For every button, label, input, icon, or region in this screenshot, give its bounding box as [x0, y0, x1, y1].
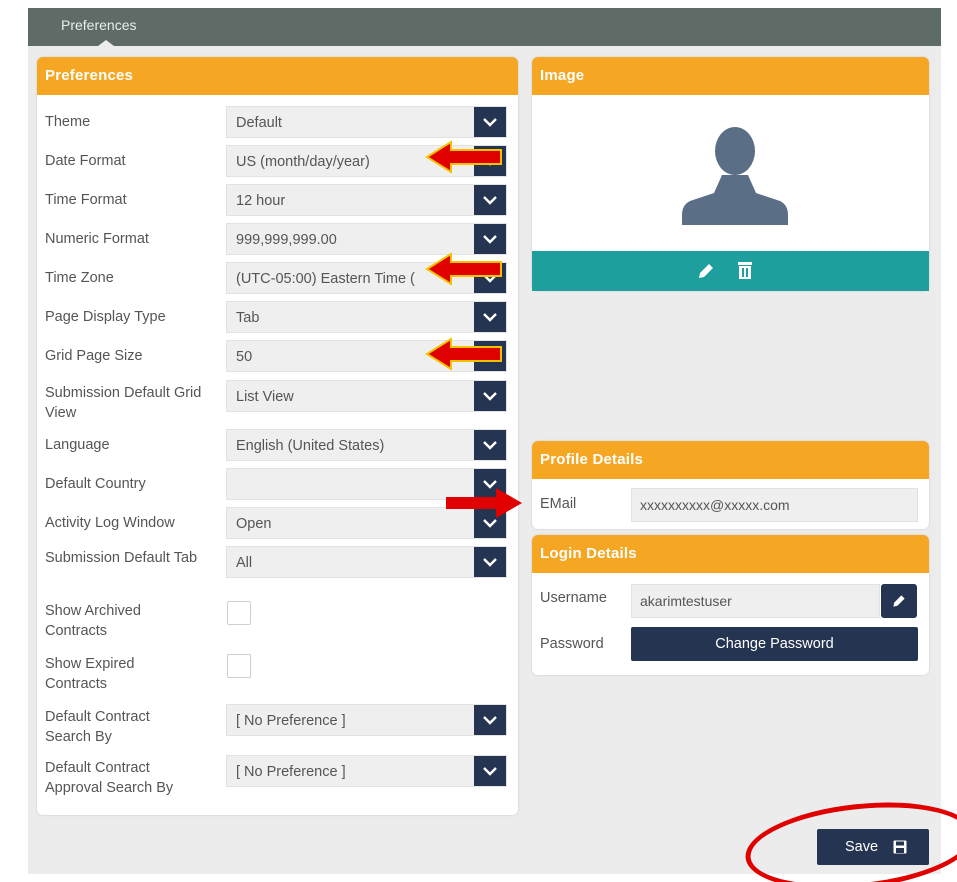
submission-default-grid-view-select[interactable]: List View — [226, 380, 507, 412]
time-format-select[interactable]: 12 hour — [226, 184, 507, 216]
field-label: Submission Default Grid View — [45, 385, 202, 421]
language-select[interactable]: English (United States) — [226, 429, 507, 461]
chevron-down-icon[interactable] — [474, 381, 506, 411]
annotation-arrow-email — [446, 488, 522, 518]
chevron-down-icon[interactable] — [474, 302, 506, 332]
email-label: EMail — [540, 496, 577, 512]
theme-select[interactable]: Default — [226, 106, 507, 138]
image-area — [532, 95, 929, 251]
select-value: All — [236, 555, 253, 571]
edit-username-button[interactable] — [881, 584, 917, 618]
numeric-format-select[interactable]: 999,999,999.00 — [226, 223, 507, 255]
top-bar: Preferences — [28, 8, 941, 46]
preferences-header: Preferences — [37, 57, 518, 95]
chevron-down-icon[interactable] — [474, 224, 506, 254]
select-value: 12 hour — [236, 193, 286, 209]
field-label: Time Zone — [45, 270, 114, 286]
change-password-button[interactable]: Change Password — [631, 627, 918, 661]
chevron-down-icon[interactable] — [474, 705, 506, 735]
select-value: Tab — [236, 310, 260, 326]
user-silhouette-icon — [682, 127, 788, 225]
login-details-header: Login Details — [532, 535, 929, 573]
chevron-down-icon[interactable] — [474, 107, 506, 137]
pencil-icon — [893, 595, 905, 607]
field-label: Time Format — [45, 192, 127, 208]
select-value: English (United States) — [236, 438, 385, 454]
field-label: Default Contract Search By — [45, 709, 150, 745]
field-label: Show Archived Contracts — [45, 603, 141, 639]
field-label: Numeric Format — [45, 231, 149, 247]
username-field[interactable]: akarimtestuser — [631, 584, 880, 618]
password-label: Password — [540, 636, 604, 652]
select-value: Open — [236, 516, 272, 532]
select-value: 999,999,999.00 — [236, 232, 337, 248]
pencil-icon[interactable] — [696, 261, 716, 281]
image-header: Image — [532, 57, 929, 95]
show-archived-contracts-checkbox[interactable] — [227, 601, 251, 625]
tab-preferences[interactable]: Preferences — [34, 10, 166, 46]
app-frame: Preferences Preferences Theme Default Da… — [28, 8, 941, 874]
chevron-down-icon[interactable] — [474, 430, 506, 460]
trash-icon[interactable] — [737, 260, 753, 280]
image-panel: Image — [532, 57, 929, 291]
chevron-down-icon[interactable] — [474, 756, 506, 786]
field-label: Show Expired Contracts — [45, 656, 135, 692]
username-label: Username — [540, 590, 607, 606]
field-label: Activity Log Window — [45, 515, 175, 531]
annotation-arrow-time-zone — [425, 252, 502, 286]
field-label: Default Contract Approval Search By — [45, 760, 174, 796]
chevron-down-icon[interactable] — [474, 185, 506, 215]
select-value: 50 — [236, 349, 253, 365]
select-value: List View — [236, 389, 294, 405]
login-details-panel: Login Details Username akarimtestuser Pa… — [532, 535, 929, 675]
select-value: [ No Preference ] — [236, 713, 346, 729]
profile-details-header: Profile Details — [532, 441, 929, 479]
show-expired-contracts-checkbox[interactable] — [227, 654, 251, 678]
field-label: Language — [45, 437, 110, 453]
select-value: (UTC-05:00) Eastern Time ( — [236, 271, 415, 287]
submission-default-tab-select[interactable]: All — [226, 546, 507, 578]
annotation-arrow-grid-page-size — [425, 337, 502, 371]
field-label: Page Display Type — [45, 309, 166, 325]
chevron-down-icon[interactable] — [474, 547, 506, 577]
email-field[interactable]: xxxxxxxxxx@xxxxx.com — [631, 488, 918, 522]
annotation-arrow-date-format — [425, 140, 502, 174]
default-contract-search-by-select[interactable]: [ No Preference ] — [226, 704, 507, 736]
field-label: Grid Page Size — [45, 348, 143, 364]
field-label: Submission Default Tab — [45, 550, 198, 566]
select-value: Default — [236, 115, 282, 131]
field-label: Theme — [45, 114, 91, 130]
field-label: Default Country — [45, 476, 146, 492]
default-contract-approval-search-by-select[interactable]: [ No Preference ] — [226, 755, 507, 787]
field-label: Date Format — [45, 153, 126, 169]
profile-details-panel: Profile Details EMail xxxxxxxxxx@xxxxx.c… — [532, 441, 929, 529]
image-action-bar — [532, 251, 929, 291]
select-value: US (month/day/year) — [236, 154, 370, 170]
select-value: [ No Preference ] — [236, 764, 346, 780]
page-display-type-select[interactable]: Tab — [226, 301, 507, 333]
